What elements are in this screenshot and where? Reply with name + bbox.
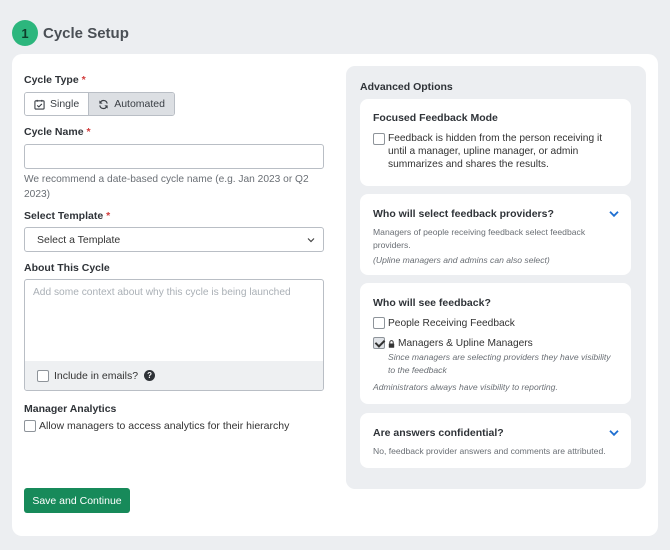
about-label: About This Cycle: [24, 262, 110, 274]
cycle-type-label: Cycle Type *: [24, 74, 86, 86]
manager-analytics-checkbox[interactable]: [24, 420, 36, 432]
focused-desc-line: summarizes and shares the results.: [388, 159, 549, 170]
template-label-text: Select Template: [24, 210, 104, 222]
advanced-options-title: Advanced Options: [360, 81, 453, 93]
about-textarea[interactable]: Add some context about why this cycle is…: [24, 279, 324, 391]
providers-desc: Managers of people receiving feedback se…: [373, 226, 585, 252]
managers-sub-line: to the feedback: [388, 365, 447, 375]
confidential-desc: No, feedback provider answers and commen…: [373, 446, 606, 456]
setup-card: Cycle Type * Single Automated Cycle Name…: [12, 54, 658, 536]
providers-card[interactable]: Who will select feedback providers? Mana…: [360, 194, 631, 275]
required-marker: *: [81, 74, 86, 86]
cycle-name-label-text: Cycle Name: [24, 126, 84, 138]
template-label: Select Template *: [24, 210, 110, 222]
focused-feedback-checkbox[interactable]: [373, 133, 385, 145]
chevron-down-icon: [307, 237, 315, 242]
cycle-name-input[interactable]: [24, 144, 324, 169]
cycle-type-toggle: Single Automated: [24, 92, 175, 116]
confidential-title: Are answers confidential?: [373, 427, 504, 439]
people-receiving-checkbox[interactable]: [373, 317, 385, 329]
template-selected-value: Select a Template: [37, 233, 121, 246]
focused-desc-line: until a manager, upline manager, or admi…: [388, 146, 579, 157]
chevron-down-icon[interactable]: [609, 210, 619, 218]
automated-label: Automated: [114, 98, 165, 110]
chevron-down-icon[interactable]: [609, 429, 619, 437]
providers-title: Who will select feedback providers?: [373, 208, 554, 220]
step-number-badge: 1: [12, 20, 38, 46]
focused-feedback-card: Focused Feedback Mode Feedback is hidden…: [360, 99, 631, 186]
providers-note: (Upline managers and admins can also sel…: [373, 255, 550, 265]
managers-label: Managers & Upline Managers: [398, 337, 533, 349]
people-receiving-option: People Receiving Feedback: [373, 317, 515, 329]
calendar-check-icon: [34, 99, 45, 110]
lock-icon: [388, 340, 395, 348]
managers-checkbox[interactable]: [373, 337, 385, 349]
focused-desc-line: Feedback is hidden from the person recei…: [388, 133, 603, 144]
who-sees-title: Who will see feedback?: [373, 297, 491, 309]
cycle-type-label-text: Cycle Type: [24, 74, 79, 86]
cycle-type-automated-button[interactable]: Automated: [88, 93, 174, 115]
confidential-card[interactable]: Are answers confidential? No, feedback p…: [360, 413, 631, 468]
manager-analytics-checkbox-label: Allow managers to access analytics for t…: [39, 420, 290, 432]
required-marker: *: [86, 126, 91, 138]
refresh-icon: [99, 99, 108, 109]
cycle-name-hint: We recommend a date-based cycle name (e.…: [24, 174, 309, 200]
people-receiving-label: People Receiving Feedback: [388, 317, 515, 329]
focused-feedback-title: Focused Feedback Mode: [373, 112, 498, 124]
manager-analytics-label: Manager Analytics: [24, 403, 117, 415]
include-in-emails-checkbox[interactable]: [37, 369, 49, 382]
managers-option: Managers & Upline Managers: [373, 337, 533, 349]
focused-feedback-desc: Feedback is hidden from the person recei…: [388, 132, 602, 171]
about-footer: Include in emails? ?: [25, 361, 323, 390]
manager-analytics-option: Allow managers to access analytics for t…: [24, 420, 289, 432]
include-in-emails-label: Include in emails?: [54, 369, 139, 382]
cycle-type-single-button[interactable]: Single: [25, 93, 89, 115]
page-title: Cycle Setup: [43, 24, 129, 42]
who-sees-feedback-card: Who will see feedback? People Receiving …: [360, 283, 631, 404]
required-marker: *: [106, 210, 111, 222]
step-header: 1 Cycle Setup: [12, 20, 129, 46]
save-and-continue-button[interactable]: Save and Continue: [24, 488, 130, 513]
cycle-name-label: Cycle Name *: [24, 126, 91, 138]
single-label: Single: [50, 98, 80, 110]
template-select[interactable]: Select a Template: [24, 227, 324, 252]
managers-sub-line: Since managers are selecting providers t…: [388, 352, 611, 362]
admin-visibility-note: Administrators always have visibility to…: [373, 382, 558, 392]
help-icon[interactable]: ?: [144, 370, 156, 381]
providers-desc-line: providers.: [373, 240, 411, 250]
advanced-options-panel: Advanced Options Focused Feedback Mode F…: [346, 66, 646, 489]
about-placeholder: Add some context about why this cycle is…: [33, 287, 291, 298]
providers-desc-line: Managers of people receiving feedback se…: [373, 227, 586, 237]
managers-sub: Since managers are selecting providers t…: [388, 351, 611, 377]
